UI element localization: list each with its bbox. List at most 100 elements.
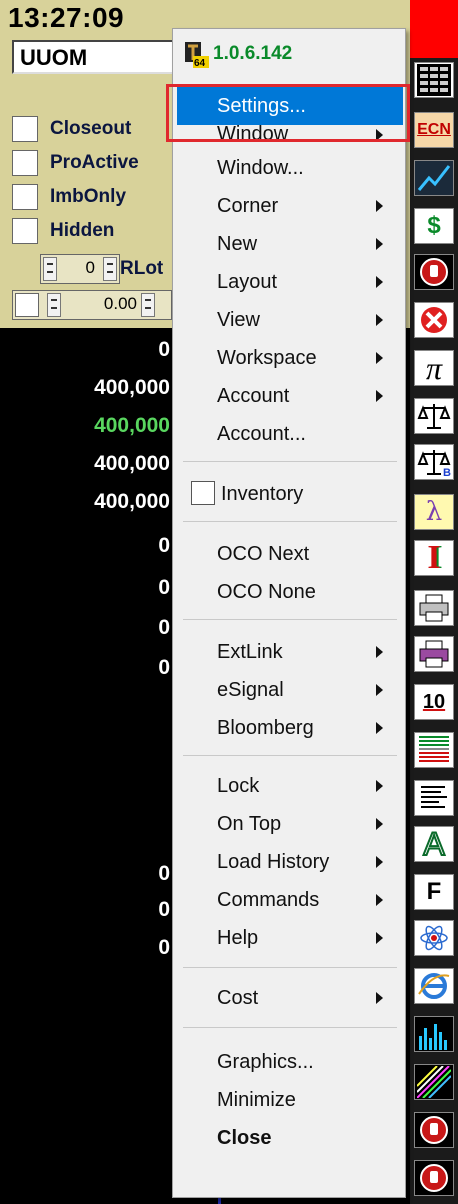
submenu-arrow-icon bbox=[376, 932, 383, 944]
stop-icon[interactable] bbox=[414, 1160, 454, 1196]
dollar-icon[interactable]: $ bbox=[414, 208, 454, 244]
price-checkbox[interactable] bbox=[15, 293, 39, 317]
submenu-arrow-icon bbox=[376, 780, 383, 792]
stripes-icon[interactable] bbox=[414, 1064, 454, 1100]
menu-separator bbox=[183, 967, 397, 968]
price-spinner[interactable]: 0.00 bbox=[12, 290, 172, 320]
spin-buttons-right[interactable] bbox=[141, 293, 155, 317]
atom-icon[interactable] bbox=[414, 920, 454, 956]
stop-icon[interactable] bbox=[414, 254, 454, 290]
menu-item-graphics[interactable]: Graphics... bbox=[177, 1043, 403, 1081]
balance-icon[interactable] bbox=[414, 398, 454, 434]
submenu-arrow-icon bbox=[376, 238, 383, 250]
menu-item-corner[interactable]: Corner bbox=[177, 187, 403, 225]
menu-item-label: On Top bbox=[217, 812, 282, 835]
submenu-arrow-icon bbox=[376, 276, 383, 288]
menu-item-oco-next[interactable]: OCO Next bbox=[177, 535, 403, 573]
pi-icon[interactable]: π bbox=[414, 350, 454, 386]
menu-item-settings[interactable]: Settings... bbox=[177, 87, 403, 125]
submenu-arrow-icon bbox=[376, 818, 383, 830]
menu-item-label: ExtLink bbox=[217, 640, 283, 663]
cancel-icon[interactable] bbox=[414, 302, 454, 338]
proactive-label: ProActive bbox=[50, 152, 139, 173]
value-row: 0 bbox=[158, 656, 170, 679]
ecn-label: ECN bbox=[417, 121, 451, 138]
menu-item-bloomberg[interactable]: Bloomberg bbox=[177, 709, 403, 747]
menu-item-layout[interactable]: Layout bbox=[177, 263, 403, 301]
value-row: 0 bbox=[158, 936, 170, 959]
chart-icon[interactable] bbox=[414, 160, 454, 196]
proactive-checkbox[interactable]: ProActive bbox=[12, 148, 182, 178]
menu-item-label: Settings... bbox=[217, 94, 306, 117]
rlot-spinner[interactable]: 0 bbox=[40, 254, 120, 284]
i-icon[interactable]: I bbox=[414, 540, 454, 576]
app-icon-badge: 64 bbox=[194, 58, 206, 68]
inventory-checkbox[interactable] bbox=[191, 481, 215, 505]
menu-item-new[interactable]: New bbox=[177, 225, 403, 263]
value-row: 0 bbox=[158, 616, 170, 639]
menu-item-inventory[interactable]: Inventory bbox=[177, 475, 403, 513]
menu-item-window[interactable]: Window bbox=[177, 121, 403, 149]
menu-item-label: OCO Next bbox=[217, 542, 310, 565]
submenu-arrow-icon bbox=[376, 722, 383, 734]
menu-item-commands[interactable]: Commands bbox=[177, 881, 403, 919]
spin-buttons-right[interactable] bbox=[103, 257, 117, 281]
checkbox[interactable] bbox=[12, 218, 38, 244]
level-grid-icon[interactable] bbox=[414, 732, 454, 768]
value-row: 0 bbox=[158, 898, 170, 921]
checkbox[interactable] bbox=[12, 116, 38, 142]
menu-item-oco-none[interactable]: OCO None bbox=[177, 573, 403, 611]
menu-item-view[interactable]: View bbox=[177, 301, 403, 339]
lambda-icon[interactable]: λ bbox=[414, 494, 454, 530]
menu-item-account[interactable]: Account bbox=[177, 377, 403, 415]
printer-icon[interactable] bbox=[414, 590, 454, 626]
hidden-checkbox[interactable]: Hidden bbox=[12, 216, 182, 246]
spin-buttons-left[interactable] bbox=[43, 257, 57, 281]
submenu-arrow-icon bbox=[376, 390, 383, 402]
menu-item-account-dialog[interactable]: Account... bbox=[177, 415, 403, 453]
bars-icon[interactable] bbox=[414, 1016, 454, 1052]
menu-item-workspace[interactable]: Workspace bbox=[177, 339, 403, 377]
version-label: 1.0.6.142 bbox=[213, 43, 293, 64]
menu-item-label: Account... bbox=[217, 422, 306, 445]
menu-item-extlink[interactable]: ExtLink bbox=[177, 633, 403, 671]
price-value: 0.00 bbox=[103, 294, 137, 313]
ten-icon[interactable]: 10 bbox=[414, 684, 454, 720]
imbonly-checkbox[interactable]: ImbOnly bbox=[12, 182, 182, 212]
submenu-arrow-icon bbox=[376, 992, 383, 1004]
checkbox[interactable] bbox=[12, 184, 38, 210]
menu-item-window-dialog[interactable]: Window... bbox=[177, 149, 403, 187]
printer-color-icon[interactable] bbox=[414, 636, 454, 672]
lines-icon[interactable] bbox=[414, 780, 454, 816]
f-icon[interactable]: F bbox=[414, 874, 454, 910]
submenu-arrow-icon bbox=[376, 684, 383, 696]
ecn-icon[interactable]: ECN bbox=[414, 112, 454, 148]
spin-buttons-left[interactable] bbox=[47, 293, 61, 317]
menu-item-on-top[interactable]: On Top bbox=[177, 805, 403, 843]
pi-label: π bbox=[425, 350, 443, 386]
menu-item-help[interactable]: Help bbox=[177, 919, 403, 957]
a-icon[interactable]: A bbox=[414, 826, 454, 862]
menu-item-label: View bbox=[217, 308, 260, 331]
menu-item-label: Minimize bbox=[217, 1088, 296, 1111]
hidden-label: Hidden bbox=[50, 220, 115, 241]
menu-item-close[interactable]: Close bbox=[177, 1119, 403, 1157]
closeout-checkbox[interactable]: Closeout bbox=[12, 114, 182, 144]
symbol-input[interactable]: UUOM bbox=[12, 40, 182, 74]
menu-item-cost[interactable]: Cost bbox=[177, 979, 403, 1017]
menu-item-label: OCO None bbox=[217, 580, 316, 603]
dollar-label: $ bbox=[427, 212, 441, 239]
imbonly-label: ImbOnly bbox=[50, 186, 127, 207]
menu-item-lock[interactable]: Lock bbox=[177, 767, 403, 805]
ie-icon[interactable] bbox=[414, 968, 454, 1004]
submenu-arrow-icon bbox=[376, 200, 383, 212]
value-row: 400,000 bbox=[94, 452, 170, 475]
menu-item-minimize[interactable]: Minimize bbox=[177, 1081, 403, 1119]
checkbox[interactable] bbox=[12, 150, 38, 176]
grid-icon[interactable] bbox=[414, 62, 454, 98]
menu-item-load-history[interactable]: Load History bbox=[177, 843, 403, 881]
menu-item-esignal[interactable]: eSignal bbox=[177, 671, 403, 709]
balance-b-icon[interactable]: B bbox=[414, 444, 454, 480]
stop-icon[interactable] bbox=[414, 1112, 454, 1148]
submenu-arrow-icon bbox=[376, 894, 383, 906]
